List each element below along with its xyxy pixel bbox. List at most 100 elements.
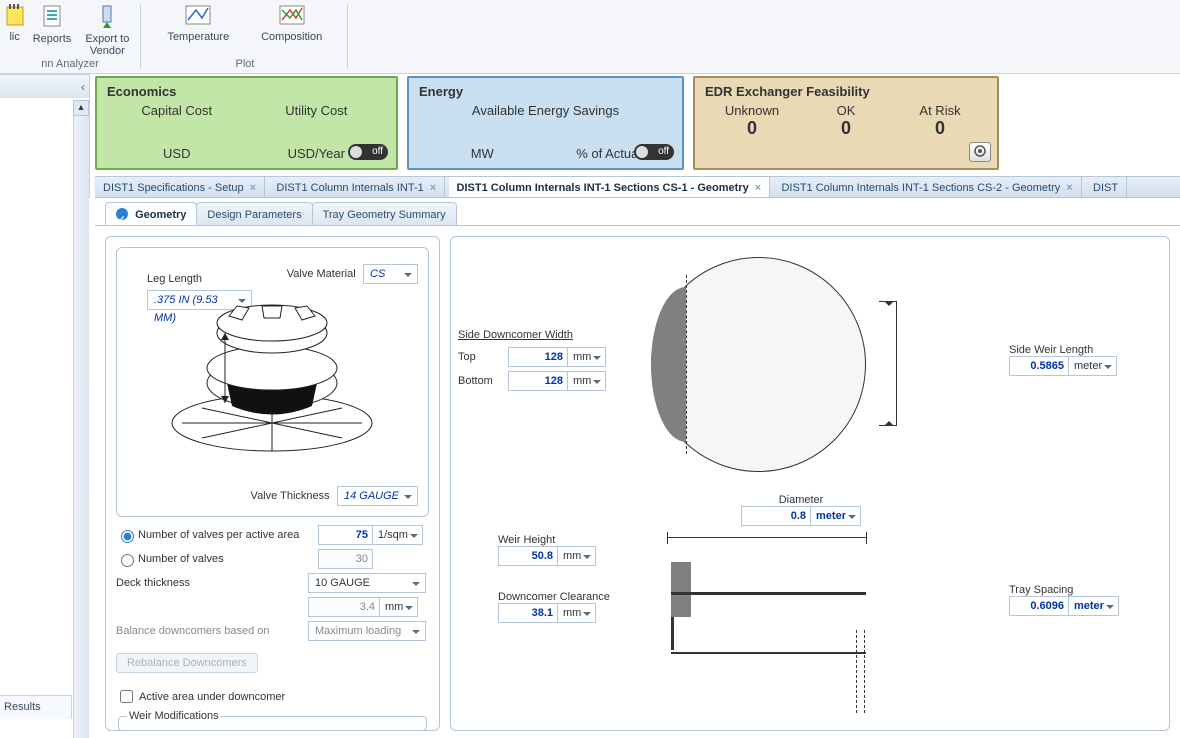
edr-settings-button[interactable] bbox=[969, 142, 991, 162]
weir-mods-label: Weir Modifications bbox=[127, 710, 221, 722]
left-panel-header: ‹ bbox=[0, 74, 90, 98]
diameter-unit[interactable]: meter bbox=[811, 506, 861, 526]
doctab-2[interactable]: DIST1 Column Internals INT-1 Sections CS… bbox=[449, 177, 771, 198]
ribbon: lic Reports Export to Vendor nn Analyzer… bbox=[0, 0, 1180, 74]
weir-height-block: Weir Height mm bbox=[498, 532, 673, 570]
rebalance-button: Rebalance Downcomers bbox=[116, 653, 258, 673]
document-tabs: DIST1 Specifications - Setup× DIST1 Colu… bbox=[95, 176, 1180, 198]
economics-card: Economics Capital Cost USD Utility Cost … bbox=[95, 76, 398, 170]
diagram-panel: Side Downcomer Width Top mm Bottom mm Si… bbox=[450, 236, 1170, 731]
close-icon[interactable]: × bbox=[755, 182, 761, 194]
balance-select[interactable]: Maximum loading bbox=[308, 621, 426, 641]
atrisk-value: 0 bbox=[893, 118, 987, 139]
leg-length-label: Leg Length bbox=[147, 273, 202, 285]
side-weir-input[interactable] bbox=[1009, 356, 1069, 376]
collapse-left-icon[interactable]: ‹ bbox=[81, 80, 85, 94]
weir-height-label: Weir Height bbox=[498, 534, 555, 546]
atrisk-label: At Risk bbox=[893, 103, 987, 118]
dc-bottom-input[interactable] bbox=[508, 371, 568, 391]
valve-illustration bbox=[157, 288, 387, 458]
dc-bottom-unit[interactable]: mm bbox=[568, 371, 606, 391]
valves-per-area-unit[interactable]: 1/sqm bbox=[373, 525, 423, 545]
ribbon-group-plot-label: Plot bbox=[145, 58, 345, 70]
valves-radio[interactable] bbox=[121, 554, 134, 567]
tab-tray-summary[interactable]: Tray Geometry Summary bbox=[312, 202, 457, 226]
valve-thickness-select[interactable]: 14 GAUGE bbox=[337, 486, 418, 506]
weir-height-input[interactable] bbox=[498, 546, 558, 566]
unknown-value: 0 bbox=[705, 118, 799, 139]
unknown-label: Unknown bbox=[705, 103, 799, 118]
weir-height-unit[interactable]: mm bbox=[558, 546, 596, 566]
export-vendor-button[interactable]: Export to Vendor bbox=[79, 0, 135, 52]
export-icon bbox=[79, 4, 135, 31]
doctab-3[interactable]: DIST1 Column Internals INT-1 Sections CS… bbox=[773, 177, 1081, 198]
reports-icon bbox=[28, 4, 76, 31]
energy-savings-label: Available Energy Savings bbox=[419, 103, 672, 118]
diameter-label: Diameter bbox=[779, 494, 824, 506]
ribbon-group-analyzer: lic Reports Export to Vendor nn Analyzer bbox=[0, 0, 140, 72]
tray-spacing-input[interactable] bbox=[1009, 596, 1069, 616]
tray-spacing-label: Tray Spacing bbox=[1009, 584, 1073, 596]
dc-top-input[interactable] bbox=[508, 347, 568, 367]
lic-label: lic bbox=[9, 31, 19, 43]
tray-spacing-unit[interactable]: meter bbox=[1069, 596, 1119, 616]
edr-title: EDR Exchanger Feasibility bbox=[705, 84, 987, 99]
energy-card: Energy Available Energy Savings MW % of … bbox=[407, 76, 684, 170]
ok-value: 0 bbox=[799, 118, 893, 139]
doctab-4[interactable]: DIST bbox=[1085, 177, 1127, 198]
economics-toggle[interactable]: off bbox=[348, 144, 388, 160]
capital-cost-label: Capital Cost bbox=[107, 103, 247, 118]
doctab-1[interactable]: DIST1 Column Internals INT-1× bbox=[268, 177, 445, 198]
tab-geometry[interactable]: Geometry bbox=[105, 202, 197, 226]
gear-icon bbox=[973, 144, 987, 161]
dc-clearance-label: Downcomer Clearance bbox=[498, 591, 610, 603]
reports-label: Reports bbox=[33, 33, 72, 45]
valves-label: Number of valves bbox=[138, 553, 318, 565]
utility-cost-label: Utility Cost bbox=[247, 103, 387, 118]
close-icon[interactable]: × bbox=[430, 182, 436, 194]
composition-label: Composition bbox=[261, 31, 322, 43]
tab-design-parameters[interactable]: Design Parameters bbox=[196, 202, 312, 226]
deck-thickness-label: Deck thickness bbox=[116, 577, 308, 589]
reports-button[interactable]: Reports bbox=[28, 0, 76, 52]
close-icon[interactable]: × bbox=[250, 182, 256, 194]
economics-title: Economics bbox=[107, 84, 386, 99]
valve-inner-panel: Leg Length .375 IN (9.53 MM) Valve Mater… bbox=[116, 247, 429, 517]
temperature-label: Temperature bbox=[167, 31, 229, 43]
valves-per-area-input[interactable] bbox=[318, 525, 373, 545]
active-area-checkbox[interactable] bbox=[120, 690, 133, 703]
doctab-0[interactable]: DIST1 Specifications - Setup× bbox=[95, 177, 265, 198]
energy-toggle[interactable]: off bbox=[634, 144, 674, 160]
left-panel-scrollbar[interactable] bbox=[73, 116, 89, 738]
ok-label: OK bbox=[799, 103, 893, 118]
energy-title: Energy bbox=[419, 84, 672, 99]
side-downcomer-block: Side Downcomer Width Top mm Bottom mm bbox=[458, 327, 638, 395]
side-weir-unit[interactable]: meter bbox=[1069, 356, 1117, 376]
valves-per-area-radio[interactable] bbox=[121, 530, 134, 543]
check-icon bbox=[116, 208, 128, 220]
left-panel-toggle[interactable]: ▴ bbox=[73, 100, 89, 116]
dc-bottom-label: Bottom bbox=[458, 375, 508, 387]
dc-clearance-unit[interactable]: mm bbox=[558, 603, 596, 623]
deck-thickness-select[interactable]: 10 GAUGE bbox=[308, 573, 426, 593]
dc-clearance-input[interactable] bbox=[498, 603, 558, 623]
dc-top-unit[interactable]: mm bbox=[568, 347, 606, 367]
deck-thickness-mm-unit[interactable]: mm bbox=[380, 597, 418, 617]
dc-top-label: Top bbox=[458, 351, 508, 363]
usd-label: USD bbox=[107, 146, 247, 161]
composition-button[interactable]: Composition bbox=[247, 0, 337, 52]
temperature-button[interactable]: Temperature bbox=[153, 0, 243, 52]
composition-plot-icon bbox=[247, 4, 337, 29]
tray-spacing-block: Tray Spacing meter bbox=[1009, 582, 1139, 620]
results-label: Results bbox=[0, 695, 72, 719]
edr-card: EDR Exchanger Feasibility Unknown 0 OK 0… bbox=[693, 76, 999, 170]
deck-thickness-mm-input bbox=[308, 597, 380, 617]
side-weir-block: Side Weir Length meter bbox=[1009, 342, 1139, 380]
side-downcomer-title: Side Downcomer Width bbox=[458, 329, 573, 341]
diameter-input[interactable] bbox=[741, 506, 811, 526]
summary-cards-row: Economics Capital Cost USD Utility Cost … bbox=[95, 74, 1180, 172]
form-subtabs: Geometry Design Parameters Tray Geometry… bbox=[105, 202, 456, 226]
valve-material-select[interactable]: CS bbox=[363, 264, 418, 284]
lic-button[interactable]: lic bbox=[5, 0, 25, 52]
close-icon[interactable]: × bbox=[1066, 182, 1072, 194]
